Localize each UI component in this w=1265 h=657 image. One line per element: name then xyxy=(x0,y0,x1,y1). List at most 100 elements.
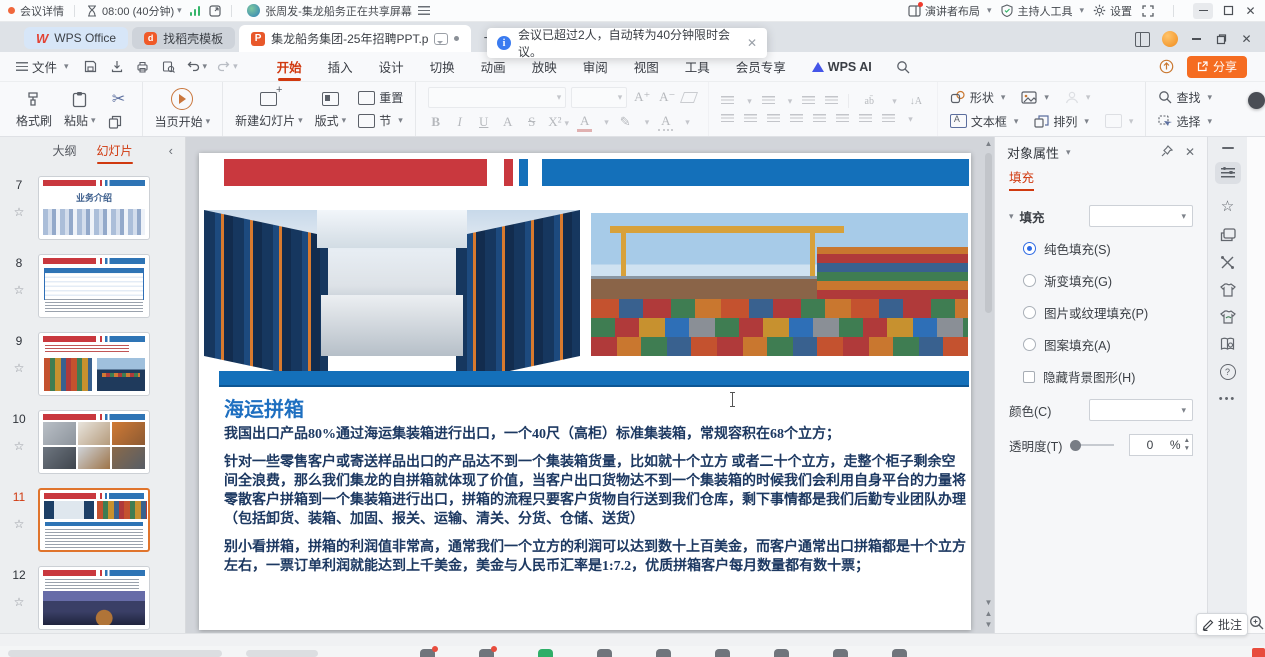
effects-pane-button[interactable]: ☆ xyxy=(1221,197,1234,215)
transparency-slider[interactable] xyxy=(1072,444,1114,446)
align-right-icon[interactable] xyxy=(767,114,780,124)
collapse-strip-icon[interactable] xyxy=(1222,147,1234,149)
color-dropdown[interactable]: ▾ xyxy=(1089,399,1193,421)
tools-pane-button[interactable] xyxy=(1220,255,1235,270)
scroll-down-icon[interactable]: ▼ xyxy=(983,598,994,607)
text-direction-icon[interactable]: ↓A xyxy=(907,96,925,107)
slide-body-textbox[interactable]: 我国出口产品80%通过海运集装箱进行出口，一个40尺（高柜）标准集装箱，常规容积… xyxy=(224,425,966,585)
font-size-select[interactable]: ▾ xyxy=(571,87,627,108)
superscript-icon[interactable]: X²▾ xyxy=(548,114,568,130)
slide-10-thumbnail[interactable] xyxy=(38,410,150,474)
presenter-layout-button[interactable]: 演讲者布局▾ xyxy=(908,3,992,19)
more-icon[interactable]: ••• xyxy=(1219,393,1237,405)
leave-meeting-fragment[interactable] xyxy=(1252,648,1265,657)
paragraph-settings-icon[interactable] xyxy=(882,114,895,124)
tab-outline[interactable]: 大纲 xyxy=(52,142,76,159)
find-button[interactable]: 查找▾ xyxy=(1158,89,1212,106)
spin-down-icon[interactable]: ▼ xyxy=(1184,446,1190,453)
meeting-timer[interactable]: 08:00 (40分钟) xyxy=(102,3,174,19)
font-color-icon[interactable]: A xyxy=(577,113,592,132)
underline-icon[interactable]: U xyxy=(476,114,491,130)
bullets-icon[interactable] xyxy=(721,96,734,106)
avatar-insert-button[interactable]: ▾ xyxy=(1065,91,1091,104)
design-skin-pane-button[interactable] xyxy=(1220,283,1236,297)
section-button[interactable]: 节▾ xyxy=(358,112,403,129)
pin-icon[interactable] xyxy=(1161,145,1173,159)
distribute-icon[interactable] xyxy=(813,114,826,124)
pattern-fill-radio[interactable]: 图案填充(A) xyxy=(1023,335,1207,354)
whiteboard-icon[interactable] xyxy=(774,649,789,657)
close-panel-icon[interactable]: ✕ xyxy=(1185,145,1195,159)
spin-up-icon[interactable]: ▲ xyxy=(1184,438,1190,445)
microphone-icon[interactable] xyxy=(420,649,435,657)
menu-transitions[interactable]: 切换 xyxy=(417,52,468,82)
vertical-scrollbar[interactable]: ▲ ▼ ▲ ▼ xyxy=(983,139,994,629)
slide-8-thumbnail[interactable] xyxy=(38,254,150,318)
tab-wps-home[interactable]: W WPS Office xyxy=(24,27,128,49)
bold-icon[interactable]: B xyxy=(428,114,443,130)
slider-knob[interactable] xyxy=(1070,440,1081,451)
decrease-font-icon[interactable]: A⁻ xyxy=(657,89,677,105)
strikethrough-icon[interactable]: S xyxy=(524,114,539,130)
layout-button[interactable]: 版式▾ xyxy=(315,89,347,129)
copy-icon[interactable] xyxy=(108,115,130,129)
clear-format-icon[interactable] xyxy=(680,92,698,103)
shapes-pane-button[interactable] xyxy=(1220,228,1236,242)
menu-wps-ai[interactable]: WPS AI xyxy=(799,52,885,82)
slide-editing-area[interactable]: 海运拼箱 我国出口产品80%通过海运集装箱进行出口，一个40尺（高柜）标准集装箱… xyxy=(186,137,994,633)
containers-photo[interactable] xyxy=(591,213,968,356)
textbox-button[interactable]: 文本框▾ xyxy=(950,113,1019,130)
print-preview-icon[interactable] xyxy=(161,59,177,75)
settings-button[interactable]: 设置 xyxy=(1093,3,1132,19)
screen-share-icon[interactable] xyxy=(538,649,553,657)
more-tools-icon[interactable] xyxy=(892,649,907,657)
menu-home[interactable]: 开始 xyxy=(264,52,315,82)
fullscreen-icon[interactable] xyxy=(1141,4,1154,17)
chat-icon[interactable] xyxy=(656,649,671,657)
apps-icon[interactable] xyxy=(833,649,848,657)
reset-slide-button[interactable]: 重置 xyxy=(358,89,403,106)
increase-indent-icon[interactable] xyxy=(825,96,838,106)
picture-button[interactable]: ▾ xyxy=(1021,91,1049,104)
select-button[interactable]: 选择▾ xyxy=(1158,113,1212,130)
italic-icon[interactable]: I xyxy=(452,114,467,130)
prev-slide-icon[interactable]: ▲ xyxy=(983,609,994,618)
slide-9-thumbnail[interactable] xyxy=(38,332,150,396)
format-painter-button[interactable]: 格式刷 xyxy=(16,89,52,129)
pop-out-icon[interactable] xyxy=(208,4,221,17)
close-button[interactable]: ✕ xyxy=(1244,4,1257,17)
warehouse-photo[interactable] xyxy=(204,210,580,356)
panel-title[interactable]: 对象属性 xyxy=(1007,143,1059,162)
resource-library-pane-button[interactable] xyxy=(1220,337,1236,351)
window-minimize-icon[interactable] xyxy=(1190,33,1203,46)
scrollbar-thumb[interactable] xyxy=(985,153,992,313)
slide-11-thumbnail-selected[interactable] xyxy=(38,488,150,552)
justify-icon[interactable] xyxy=(790,114,803,124)
align-center-icon[interactable] xyxy=(744,114,757,124)
properties-pane-button-active[interactable] xyxy=(1215,162,1241,184)
fill-preset-dropdown[interactable]: ▾ xyxy=(1089,205,1193,227)
play-from-current-button[interactable]: 当页开始▾ xyxy=(155,88,211,130)
slide-canvas[interactable]: 海运拼箱 我国出口产品80%通过海运集装箱进行出口，一个40尺（高柜）标准集装箱… xyxy=(199,153,971,630)
export-icon[interactable] xyxy=(109,59,125,75)
slide-master-button[interactable]: ▾ xyxy=(1105,114,1134,128)
fill-tab[interactable]: 填充 xyxy=(1009,167,1034,191)
decrease-indent-icon[interactable] xyxy=(802,96,815,106)
char-spacing-icon[interactable]: ab̄ xyxy=(859,96,879,107)
workspace-icon[interactable] xyxy=(1135,32,1150,47)
print-icon[interactable] xyxy=(135,59,151,75)
comment-bubble-icon[interactable] xyxy=(434,33,448,45)
meeting-details-link[interactable]: 会议详情 xyxy=(20,3,64,19)
slide-12-thumbnail[interactable] xyxy=(38,566,150,630)
arrange-button[interactable]: 排列▾ xyxy=(1034,113,1089,130)
camera-icon[interactable] xyxy=(479,649,494,657)
transparency-spinbox[interactable]: 0 % ▲ ▼ xyxy=(1129,434,1193,456)
share-button[interactable]: 分享 xyxy=(1187,56,1247,78)
cut-icon[interactable]: ✂ xyxy=(108,89,130,109)
line-spacing-icon[interactable] xyxy=(836,114,849,124)
align-left-icon[interactable] xyxy=(721,114,734,124)
participants-icon[interactable] xyxy=(597,649,612,657)
slide-title-text[interactable]: 海运拼箱 xyxy=(224,393,304,422)
collapse-sidebar-icon[interactable]: ‹ xyxy=(169,143,173,158)
search-icon[interactable] xyxy=(895,59,911,75)
